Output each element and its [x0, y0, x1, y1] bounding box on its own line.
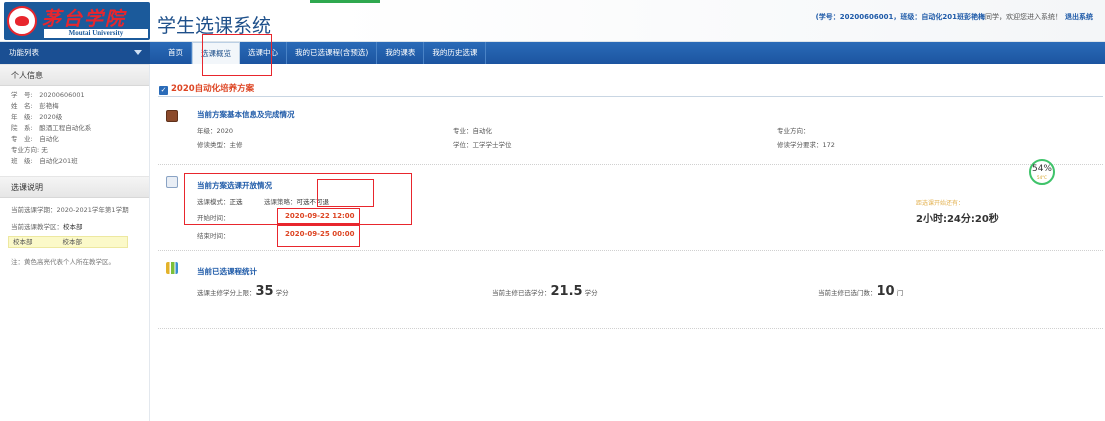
- gauge-temp: 54°C: [1037, 175, 1047, 180]
- function-menu-toggle[interactable]: 功能列表: [0, 42, 150, 64]
- campus-cell: 校本部: [62, 238, 83, 246]
- top-accent-strip: [310, 0, 380, 3]
- course-count-value: 10: [876, 284, 895, 299]
- chevron-down-icon: [134, 50, 142, 55]
- logo-english-name: Moutai University: [44, 29, 148, 38]
- stats-title[interactable]: 当前已选课程统计: [197, 266, 257, 277]
- logo-chinese-name: 茅台学院: [42, 8, 127, 30]
- class-prefix: ，班级：: [893, 13, 922, 21]
- field-course-count: 当前主修已选门数：10 门: [818, 284, 903, 299]
- tab-my-timetable[interactable]: 我的课表: [377, 42, 425, 64]
- welcome-text: 同学，欢迎您进入系统！: [985, 13, 1062, 21]
- field-credits-required: 修读学分要求：172: [777, 141, 835, 149]
- course-unit: 门: [896, 289, 904, 297]
- personal-info-header: 个人信息: [0, 64, 149, 86]
- countdown-label: 距选课开始还有：: [916, 200, 965, 207]
- bar-chart-icon: [166, 262, 178, 274]
- rules-header: 选课说明: [0, 176, 149, 198]
- performance-gauge[interactable]: 54% 54°C: [1029, 159, 1055, 185]
- field-major: 专业：自动化: [453, 127, 492, 135]
- plan-title: ✓ 2020自动化培养方案: [159, 82, 254, 95]
- sidebar: 个人信息 学 号: 20200606001 姓 名: 彭艳梅 年 级: 2020…: [0, 64, 150, 421]
- plan-divider: [158, 96, 1103, 97]
- info-name: 姓 名: 彭艳梅: [11, 102, 59, 110]
- tab-home[interactable]: 首页: [160, 42, 192, 64]
- campus-highlight-row: 校本部 校本部: [8, 236, 128, 248]
- university-logo: 茅台学院 Moutai University: [4, 2, 150, 40]
- field-study-type: 修读类型：主修: [197, 141, 243, 149]
- max-credits-label: 选课主修学分上限：: [197, 289, 256, 297]
- selected-credits-value: 21.5: [550, 284, 583, 299]
- section-divider: [158, 328, 1103, 329]
- field-selected-credits: 当前主修已选学分：21.5 学分: [492, 284, 598, 299]
- field-max-credits: 选课主修学分上限：35 学分: [197, 284, 289, 299]
- function-menu-label: 功能列表: [9, 48, 39, 57]
- info-class: 班 级: 自动化201班: [11, 157, 78, 165]
- tab-history[interactable]: 我的历史选课: [424, 42, 487, 64]
- selected-credits-label: 当前主修已选学分：: [492, 289, 551, 297]
- campus-value: 校本部: [63, 223, 83, 231]
- info-major: 专 业: 自动化: [11, 135, 59, 143]
- plan-title-text: 2020自动化培养方案: [171, 84, 255, 94]
- gauge-percent: 54%: [1031, 164, 1052, 174]
- user-name: 彭艳梅: [964, 13, 985, 21]
- field-direction: 专业方向：: [777, 127, 810, 135]
- basic-info-title[interactable]: 当前方案基本信息及完成情况: [197, 109, 295, 120]
- book-icon: [166, 110, 178, 122]
- user-bar: (学号：20200606001，班级：自动化201班彭艳梅同学，欢迎您进入系统！…: [816, 12, 1093, 22]
- calendar-icon: [166, 176, 178, 188]
- class-name: 自动化201班: [921, 13, 964, 21]
- credit-unit: 学分: [584, 289, 598, 297]
- current-campus: 当前选课教学区：校本部: [0, 219, 149, 236]
- policy-highlight: [317, 179, 374, 207]
- credit-unit: 学分: [275, 289, 289, 297]
- field-grade: 年级：2020: [197, 127, 234, 135]
- field-degree: 学位：工学学士学位: [453, 141, 512, 149]
- countdown-value: 2小时:24分:20秒: [916, 214, 999, 225]
- top-nav: 功能列表 首页 选课概览 选课中心 我的已选课程(含预选) 我的课表 我的历史选…: [0, 42, 1105, 64]
- end-time-highlight: [277, 225, 360, 247]
- main-content: ✓ 2020自动化培养方案 当前方案基本信息及完成情况 年级：2020 修读类型：…: [150, 64, 1105, 421]
- info-grade: 年 级: 2020级: [11, 113, 63, 121]
- section-divider: [158, 250, 1103, 251]
- app-header: 茅台学院 Moutai University 学生选课系统 (学号：202006…: [0, 0, 1105, 42]
- max-credits-value: 35: [255, 284, 274, 299]
- start-time-highlight: [277, 208, 360, 224]
- user-prefix: (学号：: [815, 13, 840, 21]
- term-value: 2020-2021学年第1学期: [56, 206, 129, 214]
- logout-link[interactable]: 退出系统: [1065, 13, 1093, 21]
- info-student-no: 学 号: 20200606001: [11, 91, 85, 99]
- section-divider: [158, 164, 1103, 165]
- term-label: 当前选课学期：: [11, 206, 57, 214]
- info-department: 院 系: 酿酒工程自动化系: [11, 124, 92, 132]
- current-term: 当前选课学期：2020-2021学年第1学期: [0, 202, 149, 219]
- checkbox-icon: ✓: [159, 86, 168, 95]
- campus-label: 当前选课教学区：: [11, 223, 63, 231]
- tab-selected-courses[interactable]: 我的已选课程(含预选): [287, 42, 378, 64]
- field-end: 结束时间：: [197, 230, 230, 240]
- course-count-label: 当前主修已选门数：: [818, 289, 877, 297]
- end-label: 结束时间：: [197, 232, 230, 240]
- info-direction: 专业方向: 无: [11, 146, 48, 154]
- logo-emblem-icon: [7, 6, 37, 36]
- student-no: 20200606001: [839, 13, 894, 21]
- campus-note: 注：黄色高亮代表个人所在教学区。: [11, 258, 115, 266]
- campus-cell: 校本部: [13, 238, 33, 246]
- personal-info-list: 学 号: 20200606001 姓 名: 彭艳梅 年 级: 2020级 院 系…: [0, 86, 149, 167]
